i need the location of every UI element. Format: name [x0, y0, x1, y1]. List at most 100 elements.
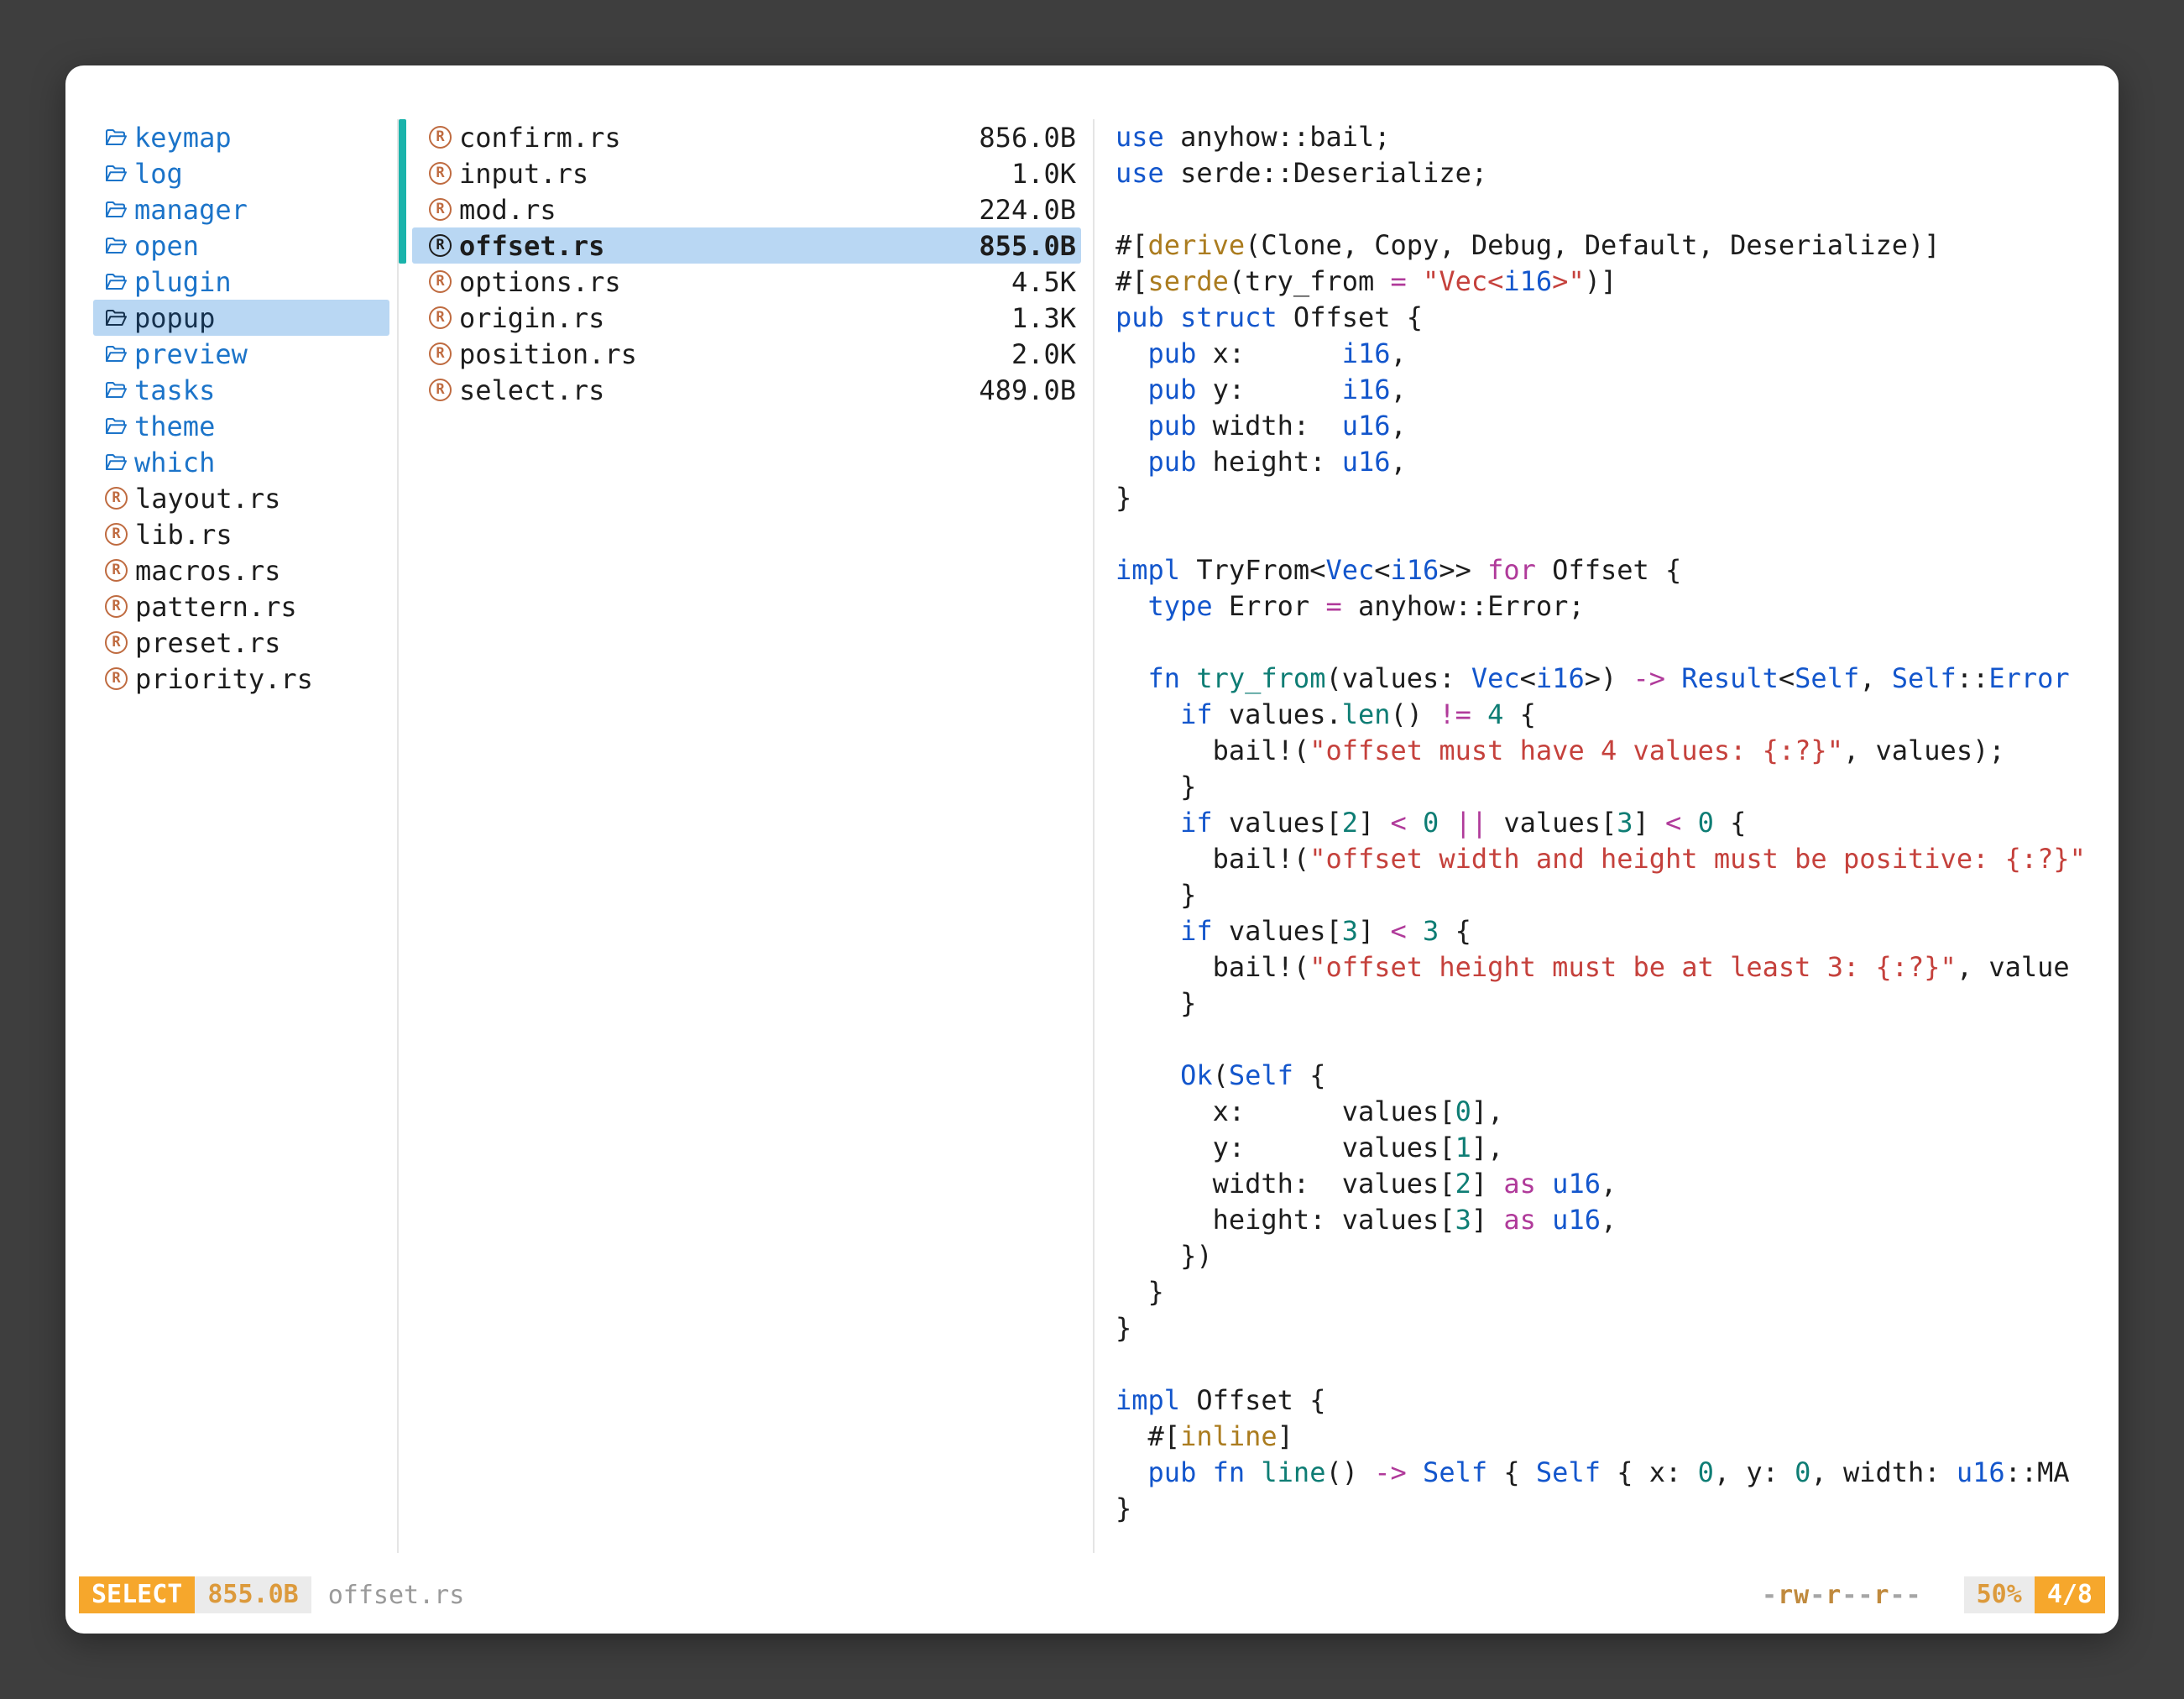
code-line: }	[1116, 985, 2092, 1022]
sidebar-item-priority-rs[interactable]: Rpriority.rs	[93, 661, 389, 697]
file-size: 2.0K	[1011, 338, 1076, 370]
file-name: input.rs	[459, 158, 588, 190]
file-size: 4.5K	[1011, 266, 1076, 298]
sidebar-item-label: keymap	[134, 122, 232, 154]
sidebar-item-log[interactable]: log	[93, 155, 389, 191]
sidebar-item-label: preview	[134, 338, 248, 370]
sidebar-item-label: popup	[134, 302, 215, 334]
code-line: impl TryFrom<Vec<i16>> for Offset {	[1116, 552, 2092, 588]
sidebar-item-label: priority.rs	[135, 663, 313, 695]
folder-icon	[105, 273, 127, 291]
code-line: height: values[3] as u16,	[1116, 1202, 2092, 1238]
sidebar-item-plugin[interactable]: plugin	[93, 264, 389, 300]
permissions: -rw-r--r--	[1762, 1581, 1922, 1610]
sidebar-item-tasks[interactable]: tasks	[93, 372, 389, 408]
code-line: pub x: i16,	[1116, 336, 2092, 372]
file-row-select-rs[interactable]: Rselect.rs489.0B	[412, 372, 1081, 408]
code-line	[1116, 1022, 2092, 1058]
sidebar-item-open[interactable]: open	[93, 227, 389, 264]
sidebar-item-popup[interactable]: popup	[93, 300, 389, 336]
folder-icon	[105, 165, 127, 183]
sidebar-item-pattern-rs[interactable]: Rpattern.rs	[93, 588, 389, 625]
code-line: bail!("offset height must be at least 3:…	[1116, 949, 2092, 985]
folder-icon	[105, 237, 127, 255]
code-line: if values[2] < 0 || values[3] < 0 {	[1116, 805, 2092, 841]
code-line	[1116, 625, 2092, 661]
file-row-offset-rs[interactable]: Roffset.rs 855.0B	[412, 227, 1081, 264]
sidebar-item-label: layout.rs	[135, 483, 280, 515]
code-line: }	[1116, 1310, 2092, 1346]
sidebar-item-layout-rs[interactable]: Rlayout.rs	[93, 480, 389, 516]
code-line: use anyhow::bail;	[1116, 119, 2092, 155]
rust-file-icon: R	[105, 631, 128, 654]
file-size: 224.0B	[979, 194, 1076, 226]
rust-file-icon: R	[429, 126, 452, 149]
rust-file-icon: R	[105, 559, 128, 582]
file-size: 855.0B	[979, 230, 1076, 262]
folder-icon	[105, 345, 127, 363]
sidebar-item-label: open	[134, 230, 199, 262]
rust-file-icon: R	[105, 667, 128, 690]
file-row-input-rs[interactable]: Rinput.rs1.0K	[412, 155, 1081, 191]
file-row-mod-rs[interactable]: Rmod.rs224.0B	[412, 191, 1081, 227]
file-row-origin-rs[interactable]: Rorigin.rs 1.3K	[412, 300, 1081, 336]
file-name: offset.rs	[459, 230, 604, 262]
mode-badge: SELECT	[79, 1576, 195, 1613]
status-bar: SELECT 855.0B offset.rs -rw-r--r-- 50% 4…	[79, 1576, 2105, 1613]
file-name: position.rs	[459, 338, 637, 370]
rust-file-icon: R	[429, 234, 452, 257]
panes: keymaplogmanageropenpluginpopup previewta…	[93, 119, 2113, 1553]
code-lines: use anyhow::bail;use serde::Deserialize;…	[1116, 119, 2092, 1527]
folder-icon	[105, 381, 127, 400]
code-line: pub y: i16,	[1116, 372, 2092, 408]
code-line: x: values[0],	[1116, 1094, 2092, 1130]
code-line: #[inline]	[1116, 1419, 2092, 1455]
rust-file-icon: R	[429, 306, 452, 329]
code-line: }	[1116, 1491, 2092, 1527]
file-name: confirm.rs	[459, 122, 621, 154]
percent-chip: 50%	[1964, 1576, 2035, 1613]
code-line: impl Offset {	[1116, 1383, 2092, 1419]
rust-file-icon: R	[429, 379, 452, 401]
sidebar-item-keymap[interactable]: keymap	[93, 119, 389, 155]
file-size: 856.0B	[979, 122, 1076, 154]
folder-icon	[105, 453, 127, 472]
rust-file-icon: R	[429, 162, 452, 185]
sidebar-item-label: lib.rs	[135, 519, 233, 551]
code-line: use serde::Deserialize;	[1116, 155, 2092, 191]
rust-file-icon: R	[429, 270, 452, 293]
sidebar-item-manager[interactable]: manager	[93, 191, 389, 227]
code-line: if values.len() != 4 {	[1116, 697, 2092, 733]
file-row-options-rs[interactable]: Roptions.rs4.5K	[412, 264, 1081, 300]
sidebar-item-lib-rs[interactable]: Rlib.rs	[93, 516, 389, 552]
file-list: Rconfirm.rs 856.0BRinput.rs1.0KRmod.rs224…	[399, 119, 1093, 408]
files-scroll-indicator	[399, 119, 406, 264]
sidebar-item-label: preset.rs	[135, 627, 280, 659]
code-line: bail!("offset must have 4 values: {:?}",…	[1116, 733, 2092, 769]
code-line: #[derive(Clone, Copy, Debug, Default, De…	[1116, 227, 2092, 264]
code-line	[1116, 191, 2092, 227]
code-line: bail!("offset width and height must be p…	[1116, 841, 2092, 877]
sidebar-item-preview[interactable]: preview	[93, 336, 389, 372]
code-line: pub fn line() -> Self { Self { x: 0, y: …	[1116, 1455, 2092, 1491]
file-row-confirm-rs[interactable]: Rconfirm.rs 856.0B	[412, 119, 1081, 155]
sidebar-item-preset-rs[interactable]: Rpreset.rs	[93, 625, 389, 661]
status-filename: offset.rs	[328, 1581, 465, 1610]
code-line: Ok(Self {	[1116, 1058, 2092, 1094]
file-size: 1.3K	[1011, 302, 1076, 334]
code-line	[1116, 516, 2092, 552]
sidebar-item-theme[interactable]: theme	[93, 408, 389, 444]
file-row-position-rs[interactable]: Rposition.rs2.0K	[412, 336, 1081, 372]
code-line: pub width: u16,	[1116, 408, 2092, 444]
file-name: origin.rs	[459, 302, 604, 334]
rust-file-icon: R	[429, 198, 452, 221]
code-line: #[serde(try_from = "Vec<i16>")]	[1116, 264, 2092, 300]
sidebar-item-macros-rs[interactable]: Rmacros.rs	[93, 552, 389, 588]
rust-file-icon: R	[105, 487, 128, 510]
code-line	[1116, 1346, 2092, 1383]
sidebar-item-which[interactable]: which	[93, 444, 389, 480]
sidebar-pane: keymaplogmanageropenpluginpopup previewta…	[93, 119, 397, 1553]
code-line: }	[1116, 769, 2092, 805]
sidebar-item-label: which	[134, 447, 215, 478]
code-line: }	[1116, 480, 2092, 516]
